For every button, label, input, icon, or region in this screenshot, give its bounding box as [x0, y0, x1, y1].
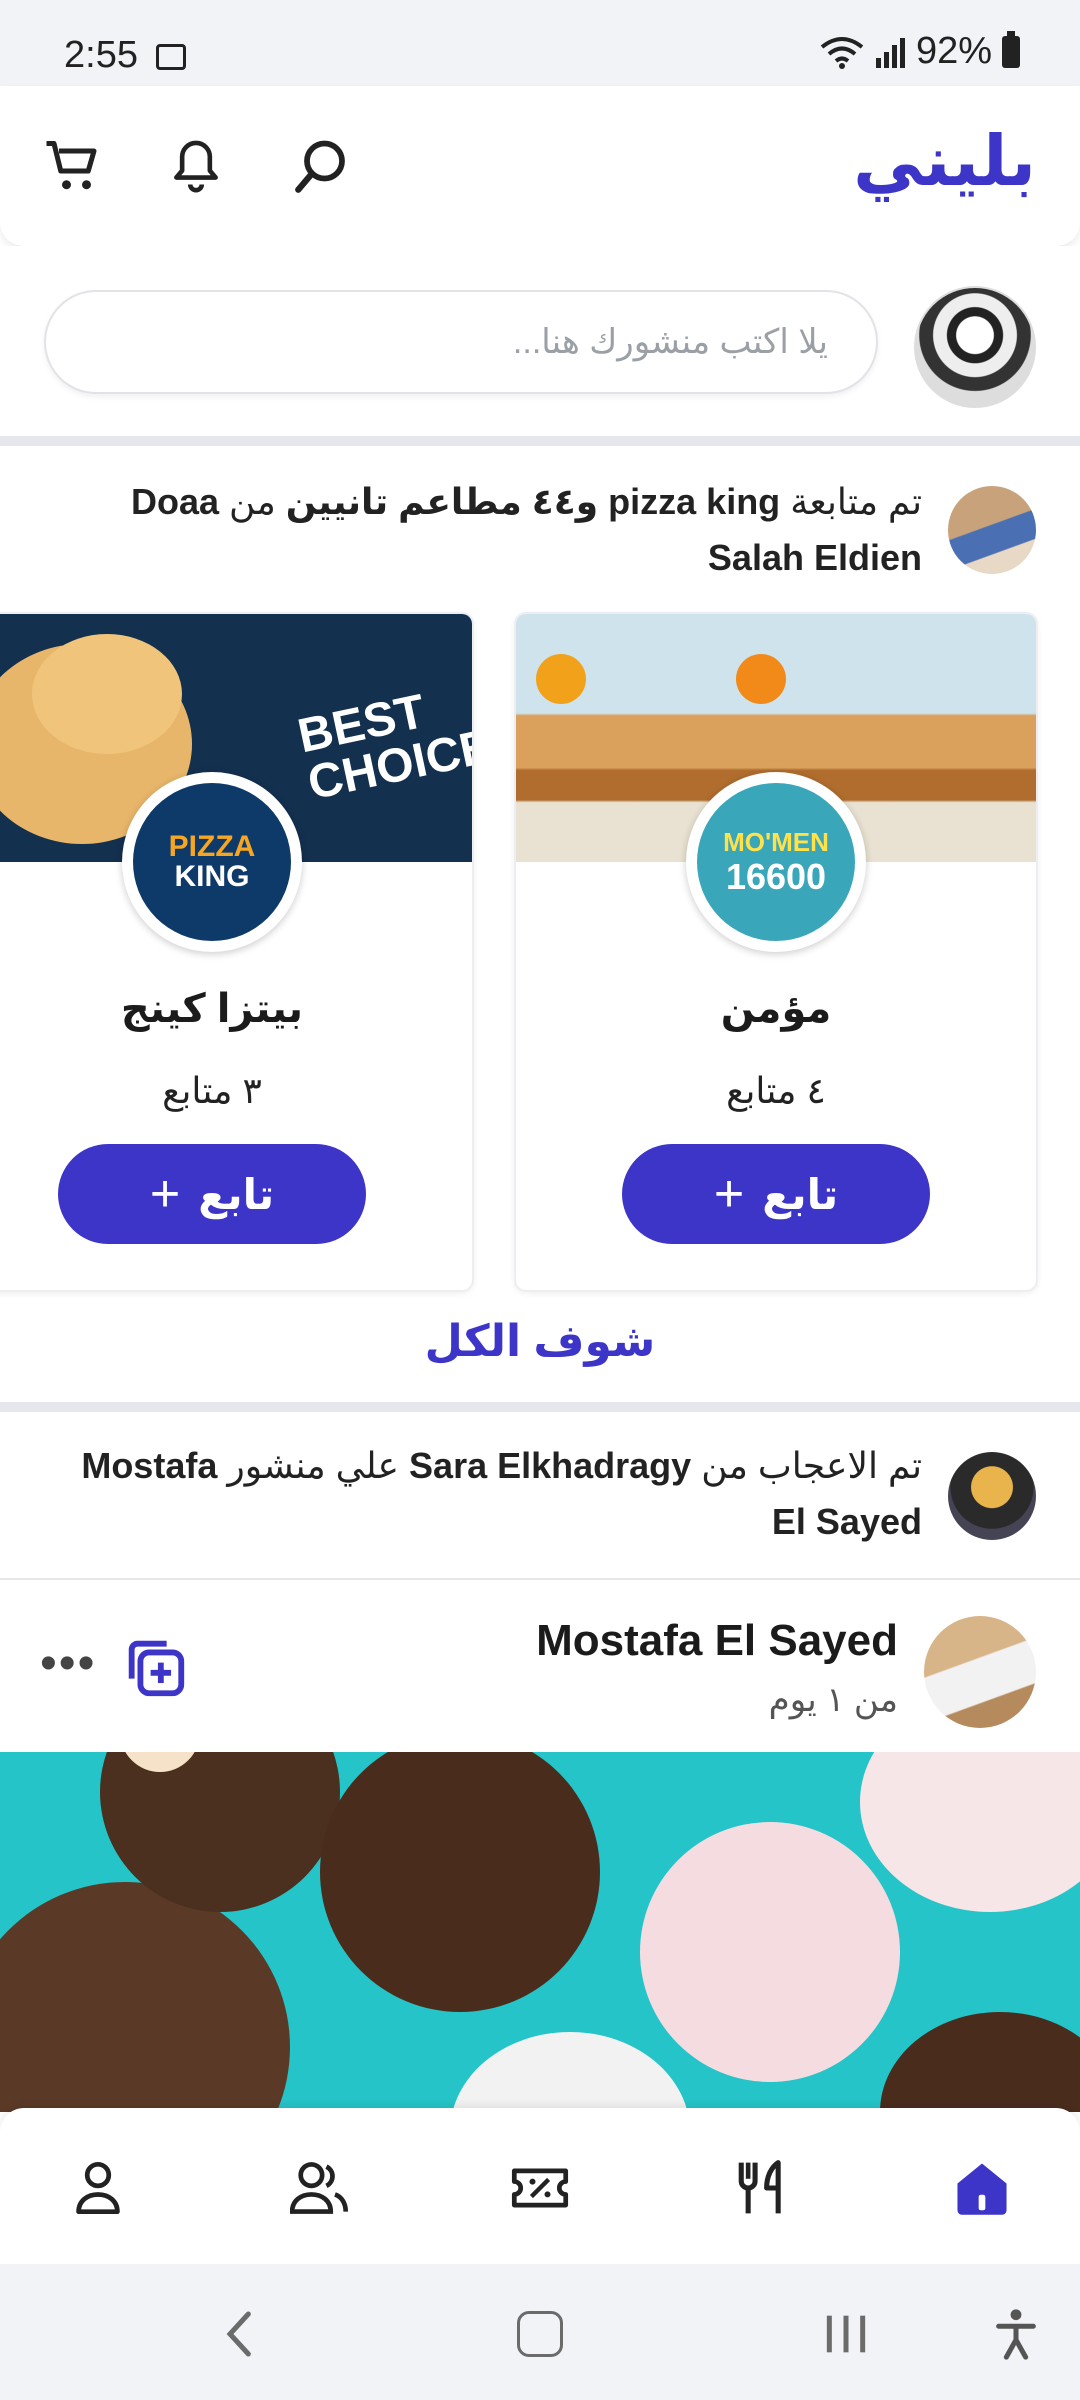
system-navigation: [0, 2264, 1080, 2400]
signal-icon: [875, 37, 905, 68]
post-author-avatar[interactable]: [924, 1616, 1036, 1728]
bottom-navigation: [0, 2108, 1080, 2264]
activity-restaurant[interactable]: pizza king: [608, 481, 780, 522]
my-avatar[interactable]: [914, 286, 1036, 408]
see-all-link[interactable]: شوف الكل: [0, 1316, 1080, 1367]
plus-icon: +: [713, 1165, 745, 1223]
add-to-collection-icon[interactable]: [120, 1632, 190, 1702]
activity-from: من: [229, 481, 276, 522]
activity-text: تم متابعة pizza king و٤٤ مطاعم تانيين من…: [44, 474, 922, 586]
activity-text: تم الاعجاب من Sara Elkhadragy علي منشور …: [44, 1438, 922, 1550]
post-composer: يلا اكتب منشورك هنا...: [0, 246, 1080, 442]
logo-bottom-text: KING: [174, 860, 250, 893]
follow-button[interactable]: تابع +: [58, 1144, 366, 1244]
restaurant-name: مؤمن: [720, 987, 832, 1031]
restaurant-logo: MO'MEN 16600: [686, 772, 866, 952]
activity-prefix: تم الاعجاب من: [701, 1445, 922, 1486]
divider: [0, 436, 1080, 446]
more-options-icon[interactable]: •••: [40, 1636, 96, 1691]
post-header: Mostafa El Sayed من ١ يوم •••: [0, 1580, 1080, 1752]
battery-icon: [1002, 30, 1020, 68]
activity-liker[interactable]: Sara Elkhadragy: [409, 1445, 691, 1486]
status-bar: 2:55 92%: [0, 0, 1080, 86]
activity-prefix: تم متابعة: [790, 481, 922, 522]
restaurant-name: بيتزا كينج: [120, 987, 304, 1031]
cart-icon[interactable]: [34, 126, 114, 206]
follow-label: تابع: [198, 1170, 275, 1218]
like-activity: تم الاعجاب من Sara Elkhadragy علي منشور …: [0, 1412, 1080, 1580]
follower-count: ٣ متابع: [162, 1070, 262, 1111]
post-timestamp: من ١ يوم: [768, 1681, 898, 1719]
app-logo[interactable]: بليني: [853, 120, 1036, 202]
post-author-name[interactable]: Mostafa El Sayed: [536, 1616, 898, 1666]
recent-apps-icon[interactable]: [816, 2304, 876, 2364]
restaurant-logo: PIZZA KING: [122, 772, 302, 952]
activity-middle: و٤٤ مطاعم تانيين: [285, 481, 599, 522]
gallery-notification-icon: [156, 44, 186, 70]
restaurant-card-momen[interactable]: MO'MEN 16600 مؤمن ٤ متابع تابع +: [514, 612, 1038, 1292]
friends-icon[interactable]: [280, 2148, 360, 2228]
logo-top-text: PIZZA: [168, 830, 256, 863]
home-button-icon[interactable]: [510, 2304, 570, 2364]
follow-button[interactable]: تابع +: [622, 1144, 930, 1244]
battery-percent: 92%: [915, 30, 992, 72]
logo-top-text: MO'MEN: [723, 827, 829, 857]
follow-label: تابع: [762, 1170, 839, 1218]
logo-bottom-text: 16600: [725, 856, 827, 897]
status-time: 2:55: [64, 34, 138, 76]
accessibility-icon[interactable]: [986, 2304, 1046, 2364]
back-icon[interactable]: [210, 2304, 270, 2364]
restaurant-card-pizza-king[interactable]: BEST CHOICE PIZZA KING بيتزا كينج ٣ متابع…: [0, 612, 474, 1292]
post-input[interactable]: يلا اكتب منشورك هنا...: [44, 290, 878, 394]
home-icon[interactable]: [942, 2148, 1022, 2228]
search-icon[interactable]: [282, 126, 362, 206]
app-header: بليني: [0, 86, 1080, 246]
bell-icon[interactable]: [156, 126, 236, 206]
status-indicators: 92%: [820, 30, 1020, 73]
wifi-icon: [820, 36, 864, 69]
post-image[interactable]: [0, 1752, 1080, 2112]
divider: [0, 1402, 1080, 1412]
plus-icon: +: [149, 1165, 181, 1223]
restaurants-icon[interactable]: [722, 2148, 802, 2228]
activity-avatar[interactable]: [948, 486, 1036, 574]
activity-middle: علي منشور: [227, 1445, 400, 1486]
follower-count: ٤ متابع: [726, 1070, 826, 1111]
offers-icon[interactable]: [500, 2148, 580, 2228]
profile-icon[interactable]: [58, 2148, 138, 2228]
activity-avatar[interactable]: [948, 1452, 1036, 1540]
